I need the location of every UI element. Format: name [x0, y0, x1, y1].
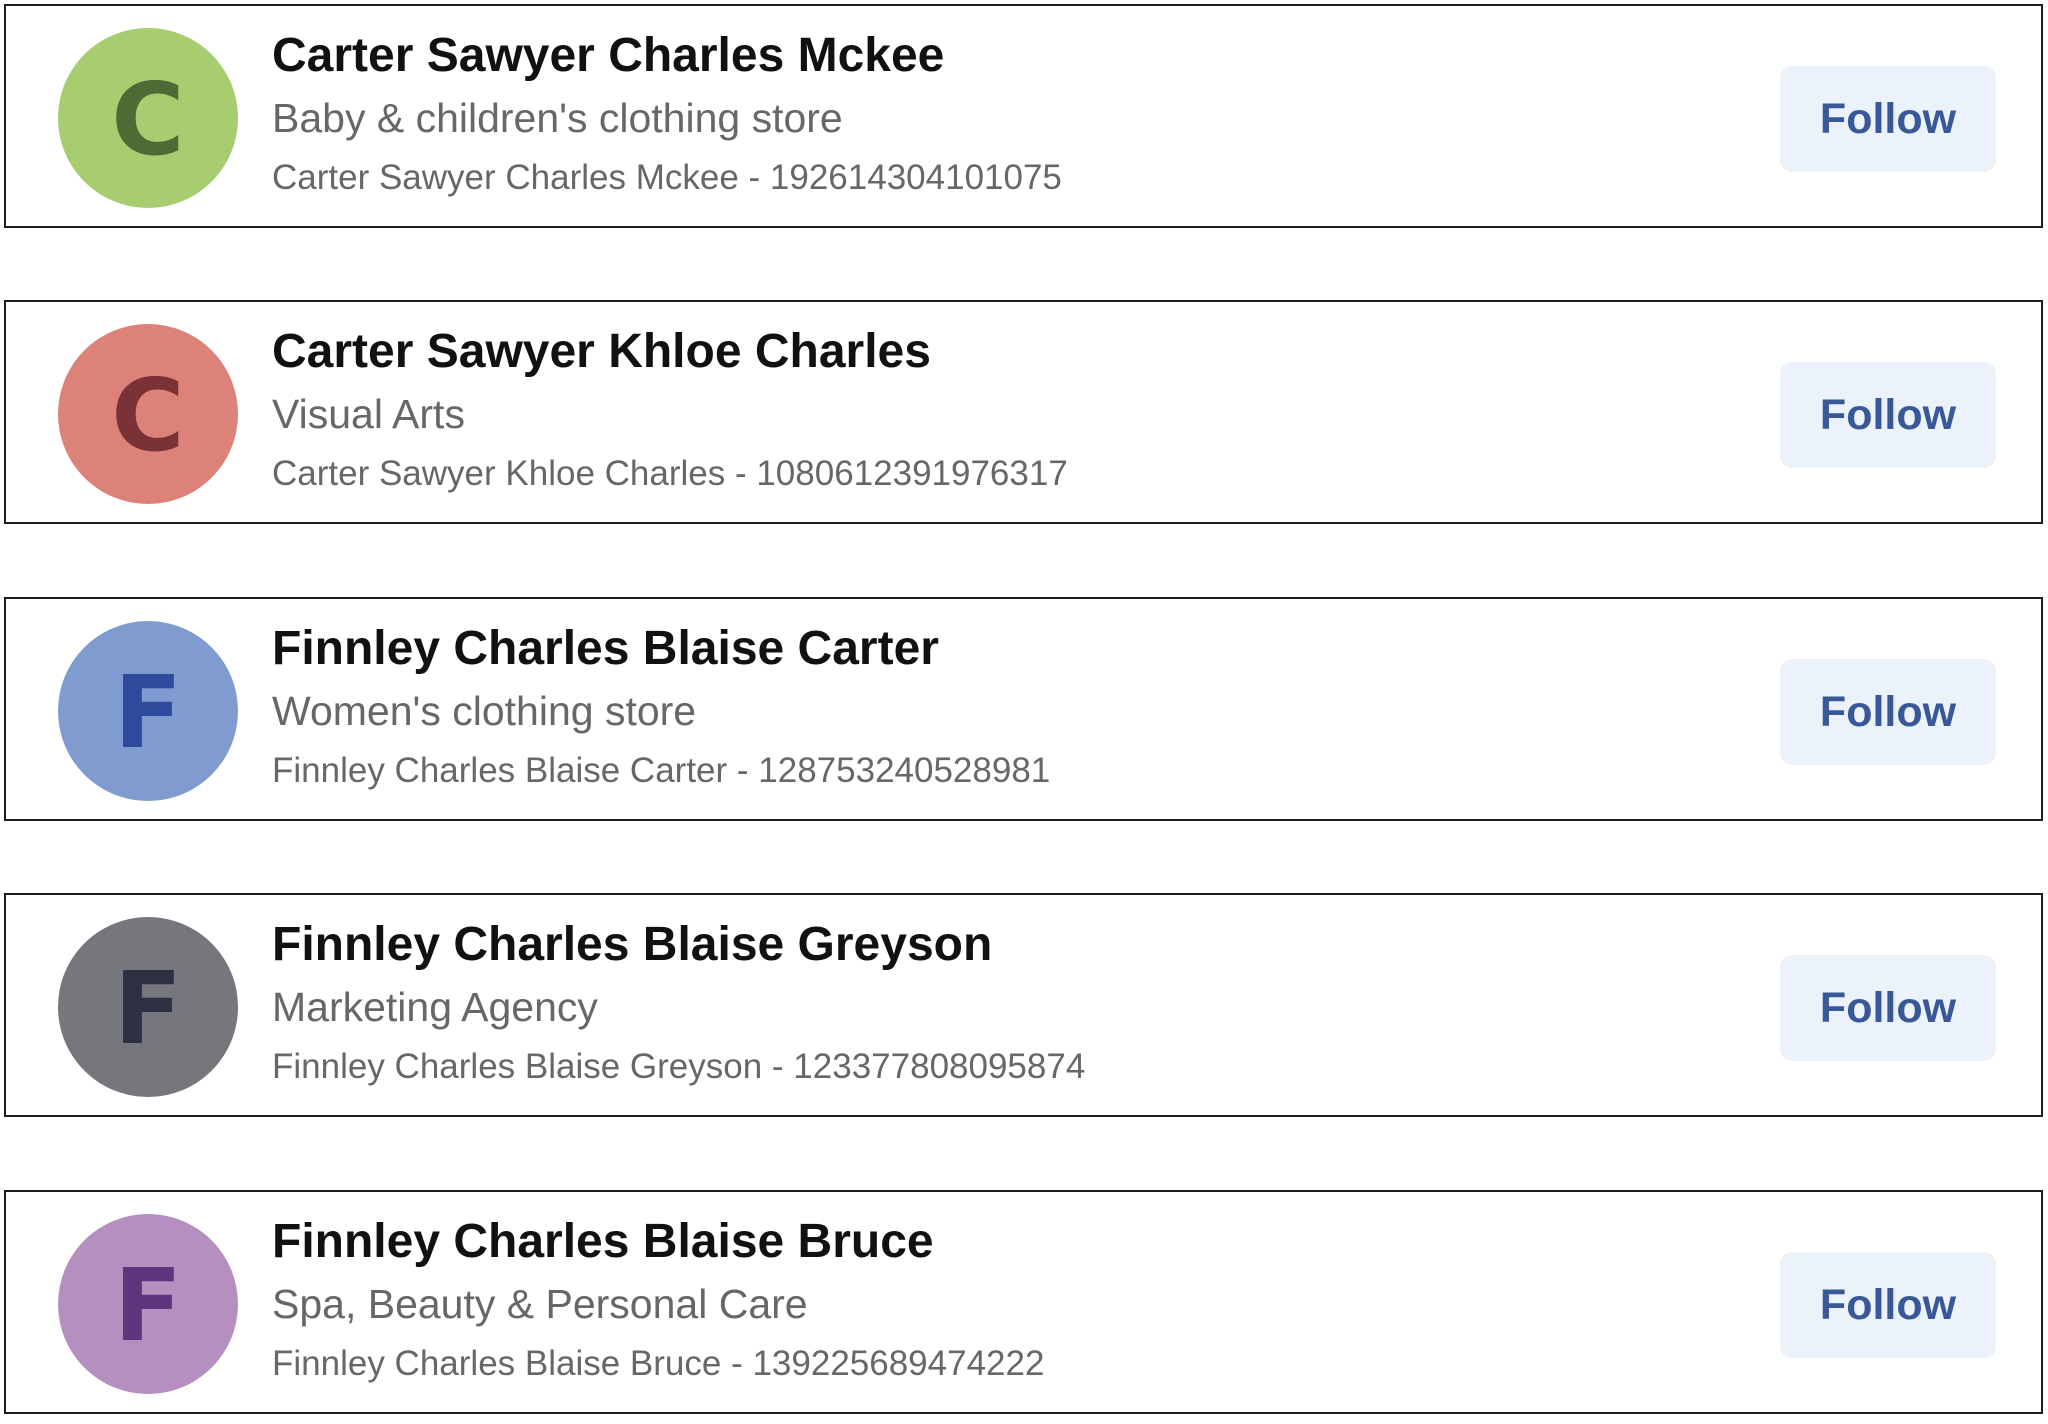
- page-info: Finnley Charles Blaise Bruce Spa, Beauty…: [272, 1212, 1711, 1392]
- avatar[interactable]: F: [58, 917, 238, 1097]
- follow-button[interactable]: Follow: [1780, 66, 1996, 172]
- page-result-card[interactable]: C Carter Sawyer Charles Mckee Baby & chi…: [4, 4, 2043, 228]
- page-name[interactable]: Carter Sawyer Khloe Charles: [272, 322, 1711, 382]
- page-result-card[interactable]: F Finnley Charles Blaise Greyson Marketi…: [4, 893, 2043, 1117]
- avatar-letter: F: [113, 1247, 183, 1364]
- avatar-letter: F: [113, 950, 183, 1067]
- page-name[interactable]: Carter Sawyer Charles Mckee: [272, 26, 1711, 86]
- avatar-letter: C: [111, 357, 185, 474]
- page-category: Baby & children's clothing store: [272, 95, 843, 141]
- follow-button[interactable]: Follow: [1780, 955, 1996, 1061]
- page-subtitle: Finnley Charles Blaise Greyson - 1233778…: [272, 1047, 1086, 1086]
- avatar[interactable]: C: [58, 28, 238, 208]
- follow-button[interactable]: Follow: [1780, 1252, 1996, 1358]
- page-name[interactable]: Finnley Charles Blaise Greyson: [272, 915, 1711, 975]
- follow-button[interactable]: Follow: [1780, 362, 1996, 468]
- page-subtitle: Finnley Charles Blaise Carter - 12875324…: [272, 751, 1051, 790]
- avatar-letter: F: [113, 654, 183, 771]
- page-name[interactable]: Finnley Charles Blaise Bruce: [272, 1212, 1711, 1272]
- page-subtitle: Carter Sawyer Charles Mckee - 1926143041…: [272, 158, 1062, 197]
- avatar[interactable]: C: [58, 324, 238, 504]
- page-category: Marketing Agency: [272, 984, 598, 1030]
- page-results-list: C Carter Sawyer Charles Mckee Baby & chi…: [0, 0, 2048, 1424]
- page-info: Carter Sawyer Charles Mckee Baby & child…: [272, 26, 1711, 206]
- avatar[interactable]: F: [58, 1214, 238, 1394]
- page-subtitle: Carter Sawyer Khloe Charles - 1080612391…: [272, 454, 1068, 493]
- avatar[interactable]: F: [58, 621, 238, 801]
- page-info: Carter Sawyer Khloe Charles Visual Arts …: [272, 322, 1711, 502]
- page-info: Finnley Charles Blaise Greyson Marketing…: [272, 915, 1711, 1095]
- page-subtitle: Finnley Charles Blaise Bruce - 139225689…: [272, 1344, 1045, 1383]
- page-name[interactable]: Finnley Charles Blaise Carter: [272, 619, 1711, 679]
- page-result-card[interactable]: F Finnley Charles Blaise Carter Women's …: [4, 597, 2043, 821]
- avatar-letter: C: [111, 61, 185, 178]
- page-category: Spa, Beauty & Personal Care: [272, 1281, 808, 1327]
- page-result-card[interactable]: F Finnley Charles Blaise Bruce Spa, Beau…: [4, 1190, 2043, 1414]
- page-result-card[interactable]: C Carter Sawyer Khloe Charles Visual Art…: [4, 300, 2043, 524]
- page-category: Women's clothing store: [272, 688, 697, 734]
- page-info: Finnley Charles Blaise Carter Women's cl…: [272, 619, 1711, 799]
- page-category: Visual Arts: [272, 391, 465, 437]
- follow-button[interactable]: Follow: [1780, 659, 1996, 765]
